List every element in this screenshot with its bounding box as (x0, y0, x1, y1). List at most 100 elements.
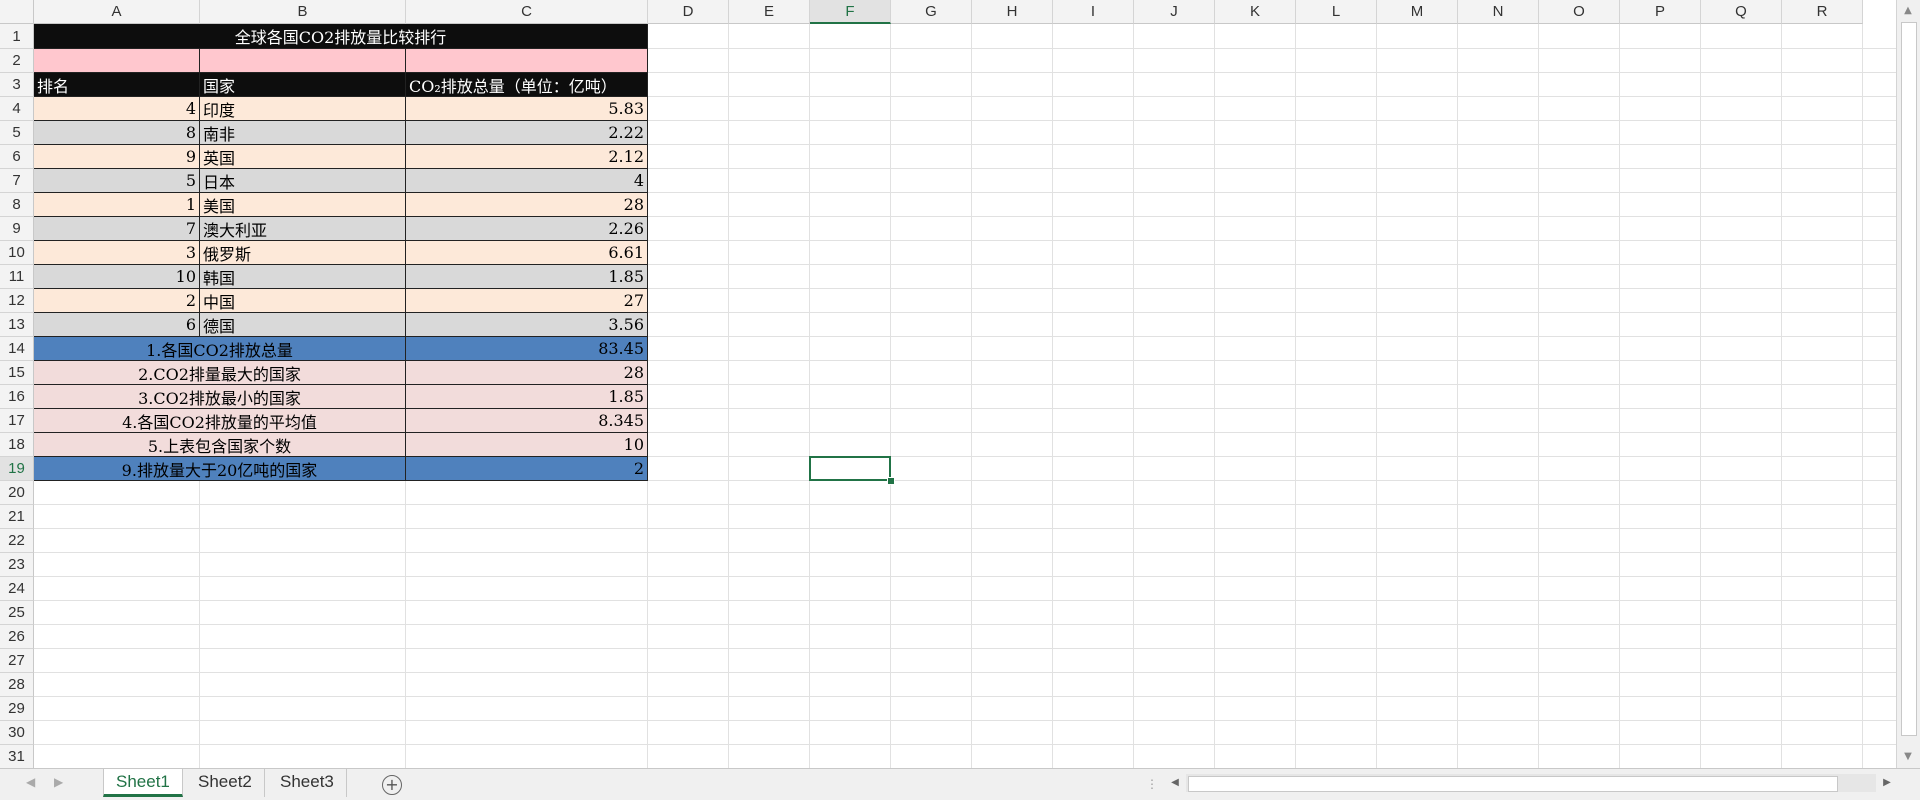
row-header[interactable]: 29 (0, 697, 34, 721)
column-header[interactable]: E (729, 0, 810, 24)
rank-cell[interactable]: 3 (34, 241, 200, 265)
column-header[interactable]: I (1053, 0, 1134, 24)
country-cell[interactable]: 印度 (200, 97, 406, 121)
value-cell[interactable]: 4 (406, 169, 648, 193)
value-cell[interactable]: 2.22 (406, 121, 648, 145)
rank-cell[interactable]: 10 (34, 265, 200, 289)
row-header[interactable]: 13 (0, 313, 34, 337)
rank-cell[interactable]: 6 (34, 313, 200, 337)
row-header[interactable]: 25 (0, 601, 34, 625)
tab-sheet1[interactable]: Sheet1 (103, 769, 183, 797)
country-cell[interactable]: 美国 (200, 193, 406, 217)
vertical-scrollbar[interactable]: ▲ ▼ (1896, 0, 1920, 768)
tab-sheet3[interactable]: Sheet3 (268, 769, 347, 797)
row-header[interactable]: 20 (0, 481, 34, 505)
scroll-left-arrow-icon[interactable]: ◀ (1166, 774, 1184, 792)
row-header[interactable]: 16 (0, 385, 34, 409)
header-total-cell[interactable]: CO₂排放总量（单位：亿吨） (406, 73, 648, 97)
value-cell[interactable]: 27 (406, 289, 648, 313)
column-header[interactable]: G (891, 0, 972, 24)
column-header[interactable]: N (1458, 0, 1539, 24)
rank-cell[interactable]: 4 (34, 97, 200, 121)
summary-value-cell[interactable]: 28 (406, 361, 648, 385)
row-header[interactable]: 31 (0, 745, 34, 769)
summary-label-cell[interactable]: 1.各国CO2排放总量 (34, 337, 406, 361)
tab-sheet2[interactable]: Sheet2 (186, 769, 265, 797)
summary-label-cell[interactable]: 5.上表包含国家个数 (34, 433, 406, 457)
row-header[interactable]: 10 (0, 241, 34, 265)
scroll-up-arrow-icon[interactable]: ▲ (1897, 2, 1919, 20)
row-header[interactable]: 2 (0, 49, 34, 73)
column-header[interactable]: F (810, 0, 891, 24)
country-cell[interactable]: 澳大利亚 (200, 217, 406, 241)
scroll-down-arrow-icon[interactable]: ▼ (1897, 748, 1919, 766)
column-header[interactable]: J (1134, 0, 1215, 24)
row-header[interactable]: 22 (0, 529, 34, 553)
table-title-cell[interactable]: 全球各国CO2排放量比较排行 (34, 24, 648, 49)
rank-cell[interactable]: 5 (34, 169, 200, 193)
country-cell[interactable]: 英国 (200, 145, 406, 169)
summary-label-cell[interactable]: 4.各国CO2排放量的平均值 (34, 409, 406, 433)
row-header[interactable]: 15 (0, 361, 34, 385)
vertical-scroll-thumb[interactable] (1901, 22, 1917, 736)
empty-cell[interactable] (34, 49, 200, 73)
header-country-cell[interactable]: 国家 (200, 73, 406, 97)
value-cell[interactable]: 28 (406, 193, 648, 217)
prev-sheet-arrow-icon[interactable]: ◀ (26, 775, 35, 789)
row-header[interactable]: 17 (0, 409, 34, 433)
row-header[interactable]: 30 (0, 721, 34, 745)
row-header[interactable]: 18 (0, 433, 34, 457)
tab-split-handle-icon[interactable]: ⋮ (1146, 777, 1158, 791)
column-header[interactable]: M (1377, 0, 1458, 24)
column-header[interactable]: B (200, 0, 406, 24)
country-cell[interactable]: 南非 (200, 121, 406, 145)
row-header[interactable]: 7 (0, 169, 34, 193)
row-header[interactable]: 4 (0, 97, 34, 121)
value-cell[interactable]: 2.12 (406, 145, 648, 169)
active-cell-selection[interactable] (809, 456, 891, 481)
row-header[interactable]: 28 (0, 673, 34, 697)
rank-cell[interactable]: 1 (34, 193, 200, 217)
summary-value-cell[interactable]: 10 (406, 433, 648, 457)
summary-value-cell[interactable]: 2 (406, 457, 648, 481)
summary-label-cell[interactable]: 3.CO2排放最小的国家 (34, 385, 406, 409)
scroll-right-arrow-icon[interactable]: ▶ (1878, 774, 1896, 792)
row-header[interactable]: 21 (0, 505, 34, 529)
header-rank-cell[interactable]: 排名 (34, 73, 200, 97)
row-header[interactable]: 3 (0, 73, 34, 97)
country-cell[interactable]: 中国 (200, 289, 406, 313)
value-cell[interactable]: 3.56 (406, 313, 648, 337)
row-header[interactable]: 1 (0, 24, 34, 49)
horizontal-scroll-thumb[interactable] (1188, 776, 1838, 792)
row-header[interactable]: 6 (0, 145, 34, 169)
rank-cell[interactable]: 7 (34, 217, 200, 241)
row-header[interactable]: 27 (0, 649, 34, 673)
column-header[interactable]: O (1539, 0, 1620, 24)
column-header[interactable]: H (972, 0, 1053, 24)
next-sheet-arrow-icon[interactable]: ▶ (54, 775, 63, 789)
rank-cell[interactable]: 2 (34, 289, 200, 313)
empty-cell[interactable] (406, 49, 648, 73)
row-header[interactable]: 26 (0, 625, 34, 649)
value-cell[interactable]: 5.83 (406, 97, 648, 121)
summary-label-cell[interactable]: 2.CO2排量最大的国家 (34, 361, 406, 385)
add-sheet-icon[interactable]: + (382, 775, 402, 795)
select-all-corner[interactable] (0, 0, 34, 24)
horizontal-scrollbar[interactable]: ◀ ▶ (1166, 774, 1896, 792)
column-header[interactable]: Q (1701, 0, 1782, 24)
column-header[interactable]: P (1620, 0, 1701, 24)
column-header[interactable]: L (1296, 0, 1377, 24)
rank-cell[interactable]: 9 (34, 145, 200, 169)
column-header[interactable]: C (406, 0, 648, 24)
row-header[interactable]: 11 (0, 265, 34, 289)
row-header[interactable]: 19 (0, 457, 34, 481)
row-header[interactable]: 12 (0, 289, 34, 313)
column-header[interactable]: K (1215, 0, 1296, 24)
value-cell[interactable]: 2.26 (406, 217, 648, 241)
country-cell[interactable]: 俄罗斯 (200, 241, 406, 265)
summary-value-cell[interactable]: 8.345 (406, 409, 648, 433)
fill-handle[interactable] (887, 477, 895, 485)
column-header[interactable]: A (34, 0, 200, 24)
row-header[interactable]: 23 (0, 553, 34, 577)
column-header[interactable]: D (648, 0, 729, 24)
